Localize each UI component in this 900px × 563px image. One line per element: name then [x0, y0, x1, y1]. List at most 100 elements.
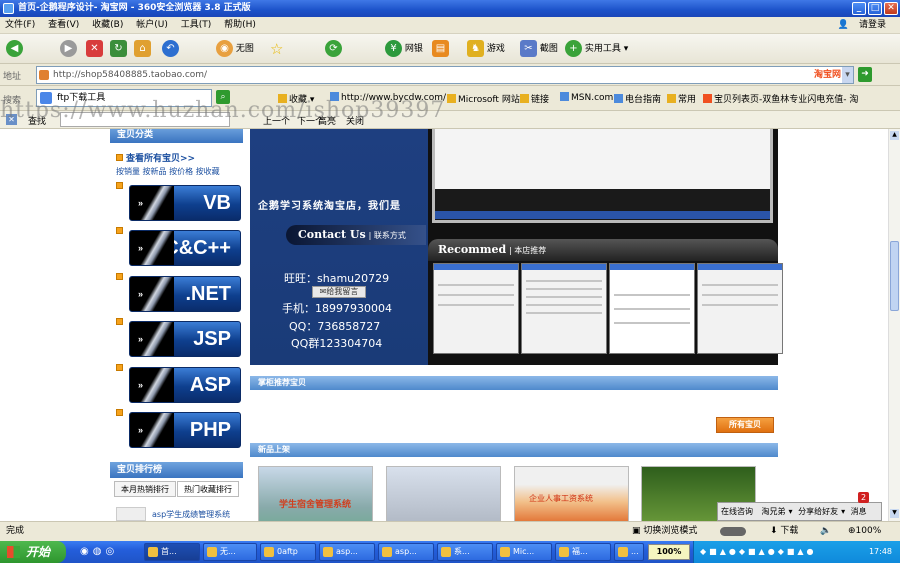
sort-by-favorites[interactable]: 按收藏	[196, 167, 220, 176]
scroll-thumb[interactable]	[890, 241, 899, 311]
maximize-button[interactable]: □	[868, 2, 882, 15]
tab-popular-favorites[interactable]: 热门收藏排行	[177, 481, 239, 497]
online-consult-link[interactable]: 在线咨询	[718, 507, 756, 516]
tools-button[interactable]: + 实用工具 ▾	[565, 39, 628, 59]
recommend-thumb[interactable]	[521, 263, 607, 354]
plugin-icon[interactable]: ▤	[432, 40, 449, 57]
plus-icon: +	[565, 40, 582, 57]
switch-mode-button[interactable]: ▣ 切换浏览模式	[632, 522, 697, 541]
screenshot-button[interactable]: ✂ 截图	[520, 39, 558, 59]
menu-file[interactable]: 文件(F)	[0, 20, 40, 30]
task-browser[interactable]: 首...	[144, 543, 200, 561]
home-icon[interactable]: ⌂	[134, 40, 151, 57]
taoxiongdi-link[interactable]: 淘兄弟	[759, 507, 789, 516]
category-vb[interactable]: » VB	[129, 185, 241, 221]
wangwang-id: 旺旺：shamu20729	[284, 272, 390, 285]
ranking-thumb[interactable]	[116, 507, 146, 521]
qq-group-number: QQ群123304704	[291, 337, 383, 350]
zoom-control[interactable]: ⊕100%	[848, 522, 881, 541]
forward-icon[interactable]: ▶	[60, 40, 77, 57]
double-arrow-icon: »	[138, 198, 143, 208]
zoom-indicator[interactable]: 100%	[648, 544, 690, 560]
tab-monthly-sales[interactable]: 本月热销排行	[114, 481, 176, 497]
fav-common[interactable]: 常用	[667, 92, 696, 105]
speaker-icon[interactable]: 🔈	[820, 522, 831, 541]
go-icon[interactable]: ➜	[858, 67, 872, 82]
games-button[interactable]: ♞ 游戏	[467, 39, 505, 59]
task-system[interactable]: 系...	[437, 543, 493, 561]
share-link[interactable]: 分享给好友	[795, 507, 841, 516]
all-items-button[interactable]: 所有宝贝	[716, 417, 774, 433]
menu-help[interactable]: 帮助(H)	[219, 20, 261, 30]
leave-message-button[interactable]: ✉给我留言	[312, 286, 366, 298]
task-microsoft[interactable]: Mic...	[496, 543, 552, 561]
no-image-button[interactable]: ◉ 无图	[216, 39, 254, 59]
url-input[interactable]: http://shop58408885.taobao.com/ 淘宝网 ▾	[36, 66, 854, 84]
menu-favorites[interactable]: 收藏(B)	[87, 20, 128, 30]
contact-banner: 企鹅学习系统淘宝店，我们是 Contact Us | 联系方式 旺旺：shamu…	[250, 129, 428, 365]
double-arrow-icon: »	[138, 334, 143, 344]
wangyin-button[interactable]: ¥ 网银	[385, 39, 423, 59]
window-title-bar: 首页-企鹅程序设计- 淘宝网 - 360安全浏览器 3.8 正式版 _ □ ✕	[0, 0, 900, 17]
mode-toggle[interactable]	[720, 527, 746, 536]
task-fu[interactable]: 福...	[555, 543, 611, 561]
login-link[interactable]: 👤 请登录	[828, 17, 896, 34]
minimize-button[interactable]: _	[852, 2, 866, 15]
sort-by-price[interactable]: 按价格	[169, 167, 193, 176]
ranking-item-link[interactable]: asp学生成绩管理系统	[152, 509, 230, 520]
download-button[interactable]: ⬇ 下载	[770, 522, 798, 541]
system-tray: ◆■▲●◆■▲●◆■▲● 17:48	[693, 541, 900, 563]
watermark-text: https://www.huzhan.com/ishop39397	[0, 98, 446, 123]
product-thumb[interactable]: 企业人事工资系统	[514, 466, 629, 521]
menu-view[interactable]: 查看(V)	[43, 20, 84, 30]
back-icon[interactable]: ◀	[6, 40, 23, 57]
tray-icons[interactable]: ◆■▲●◆■▲●◆■▲●	[694, 547, 817, 556]
messages-link[interactable]: 消息	[848, 507, 870, 516]
windows-logo-icon	[7, 546, 20, 558]
start-button[interactable]: 开始	[0, 541, 66, 563]
recommend-slide[interactable]	[432, 129, 773, 223]
view-all-link[interactable]: 查看所有宝贝>>	[116, 151, 243, 164]
category-asp[interactable]: » ASP	[129, 367, 241, 403]
url-dropdown-icon[interactable]: ▾	[842, 67, 853, 83]
fav-shop[interactable]: 宝贝列表页-双鱼林专业闪电充值- 淘	[703, 92, 858, 105]
task-window[interactable]: 无...	[203, 543, 257, 561]
stop-icon[interactable]: ✕	[86, 40, 103, 57]
recommend-thumb[interactable]	[697, 263, 783, 354]
page-content: 宝贝分类 查看所有宝贝>> 按销量 按新品 按价格 按收藏 » VB » C&C++…	[0, 129, 888, 521]
bookmark-star-icon[interactable]: ☆	[270, 39, 283, 59]
product-thumb[interactable]	[386, 466, 501, 521]
quick-launch-icons[interactable]: ◉◍◎	[80, 546, 118, 557]
bullet-icon	[116, 273, 123, 280]
category-dotnet[interactable]: » .NET	[129, 276, 241, 312]
browser-logo-icon	[3, 3, 14, 14]
address-bar: 地址 http://shop58408885.taobao.com/ 淘宝网 ▾…	[0, 64, 900, 86]
recommend-panel: Recommed | 本店推荐	[428, 129, 783, 365]
vertical-scrollbar[interactable]: ▲ ▼	[888, 129, 900, 521]
qq-number: QQ：736858727	[289, 320, 381, 333]
task-extra[interactable]: ...	[614, 543, 644, 561]
undo-icon[interactable]: ↶	[162, 40, 179, 57]
task-asp-2[interactable]: asp...	[378, 543, 434, 561]
scroll-down-icon[interactable]: ▼	[890, 509, 899, 518]
refresh-icon[interactable]: ↻	[110, 40, 127, 57]
recommend-thumb[interactable]	[609, 263, 695, 354]
bullet-icon	[116, 154, 123, 161]
category-php[interactable]: » PHP	[129, 412, 241, 448]
category-jsp[interactable]: » JSP	[129, 321, 241, 357]
product-thumb[interactable]: 学生宿舍管理系统	[258, 466, 373, 521]
magnifier-icon: ⊕	[848, 526, 856, 536]
category-c-cpp[interactable]: » C&C++	[129, 230, 241, 266]
recommend-thumb[interactable]	[433, 263, 519, 354]
double-arrow-icon: »	[138, 425, 143, 435]
menu-account[interactable]: 帐户(U)	[131, 20, 173, 30]
sort-by-sales[interactable]: 按销量	[116, 167, 140, 176]
sync-icon[interactable]: ⟳	[325, 40, 342, 57]
task-asp-1[interactable]: asp...	[319, 543, 375, 561]
close-button[interactable]: ✕	[884, 2, 898, 15]
menu-tools[interactable]: 工具(T)	[176, 20, 217, 30]
task-ftp[interactable]: 0aftp	[260, 543, 316, 561]
recommend-header: Recommed | 本店推荐	[428, 239, 778, 261]
scroll-up-icon[interactable]: ▲	[890, 131, 899, 140]
sort-by-new[interactable]: 按新品	[143, 167, 167, 176]
